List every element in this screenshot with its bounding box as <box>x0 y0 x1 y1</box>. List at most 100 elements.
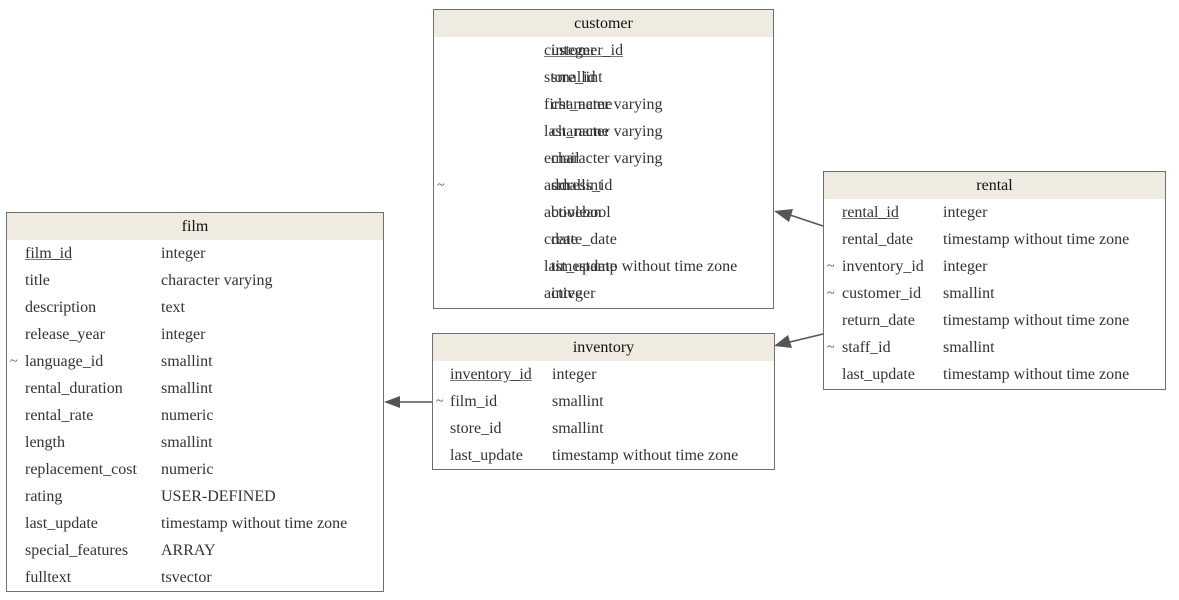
column-type: numeric <box>161 407 214 424</box>
column-name: inventory_id <box>842 258 924 275</box>
column-type: smallint <box>551 69 603 86</box>
foreign-key-icon: ~ <box>437 178 445 193</box>
column-name: last_update <box>842 366 915 383</box>
column-row[interactable]: active integer <box>434 280 773 307</box>
column-row[interactable]: ~ inventory_id integer <box>824 253 1165 280</box>
column-type: numeric <box>161 461 214 478</box>
column-row[interactable]: rental_rate numeric <box>7 402 383 429</box>
table-rental[interactable]: rental rental_id integer rental_date timest… <box>823 171 1166 390</box>
column-type: text <box>161 299 185 316</box>
column-name: rental_duration <box>25 380 123 397</box>
column-row[interactable]: film_id integer <box>7 240 383 267</box>
edge-rental-customer <box>789 214 824 227</box>
column-type: timestamp without time zone <box>551 258 738 275</box>
column-row[interactable]: store_id smallint <box>433 415 774 442</box>
column-type: smallint <box>943 339 995 356</box>
column-name: customer_id <box>842 285 922 302</box>
column-row[interactable]: last_name character varying <box>434 118 773 145</box>
column-name: language_id <box>25 353 104 370</box>
column-list-film: film_id integertitle character varying desc… <box>7 240 383 591</box>
column-name: return_date <box>842 312 915 329</box>
column-row[interactable]: length smallint <box>7 429 383 456</box>
column-type: smallint <box>552 420 604 437</box>
foreign-key-icon: ~ <box>436 394 444 409</box>
column-name: last_update <box>25 515 98 532</box>
column-name: fulltext <box>25 569 72 586</box>
column-name: staff_id <box>842 339 891 356</box>
column-name: rental_date <box>842 231 914 248</box>
column-name: rental_rate <box>25 407 94 424</box>
column-name: store_id <box>450 420 502 437</box>
column-row[interactable]: ~ language_id smallint <box>7 348 383 375</box>
table-film[interactable]: film film_id integer title character varyin… <box>6 212 384 592</box>
table-header-inventory: inventory <box>433 334 774 361</box>
column-type: integer <box>551 42 596 59</box>
column-type: timestamp without time zone <box>943 231 1130 248</box>
column-name: special_features <box>25 542 129 559</box>
column-name: title <box>25 272 50 289</box>
column-name: replacement_cost <box>25 461 137 478</box>
column-type: date <box>551 231 578 248</box>
column-type: character varying <box>551 96 663 113</box>
column-row[interactable]: last_update timestamp without time zone <box>433 442 774 469</box>
column-row[interactable]: create_date date <box>434 226 773 253</box>
column-row[interactable]: title character varying <box>7 267 383 294</box>
column-row[interactable]: rental_date timestamp without time zone <box>824 226 1165 253</box>
column-row[interactable]: fulltext tsvector <box>7 564 383 591</box>
primary-key-column-name: inventory_id <box>450 366 532 383</box>
column-type: smallint <box>551 177 603 194</box>
column-list-customer: customer_id integer store_id smallint first_… <box>434 37 773 307</box>
column-type: timestamp without time zone <box>943 312 1130 329</box>
column-row[interactable]: last_update timestamp without time zone <box>824 361 1165 388</box>
column-type: integer <box>943 204 988 221</box>
column-name: release_year <box>25 326 105 343</box>
column-type: integer <box>943 258 988 275</box>
column-row[interactable]: customer_id integer <box>434 37 773 64</box>
column-type: smallint <box>161 353 213 370</box>
column-type: integer <box>551 285 596 302</box>
column-row[interactable]: description text <box>7 294 383 321</box>
primary-key-column-name: rental_id <box>842 204 899 221</box>
column-row[interactable]: return_date timestamp without time zone <box>824 307 1165 334</box>
column-type: integer <box>161 245 206 262</box>
column-type: integer <box>552 366 597 383</box>
column-row[interactable]: activebool boolean <box>434 199 773 226</box>
column-row[interactable]: ~ film_id smallint <box>433 388 774 415</box>
column-type: character varying <box>551 150 663 167</box>
column-name: film_id <box>450 393 498 410</box>
column-type: timestamp without time zone <box>161 515 348 532</box>
column-row[interactable]: ~ staff_id smallint <box>824 334 1165 361</box>
column-row[interactable]: release_year integer <box>7 321 383 348</box>
foreign-key-icon: ~ <box>827 259 835 274</box>
column-row[interactable]: replacement_cost numeric <box>7 456 383 483</box>
column-type: smallint <box>943 285 995 302</box>
column-row[interactable]: first_name character varying <box>434 91 773 118</box>
arrowhead-inventory <box>774 335 792 348</box>
column-row[interactable]: last_update timestamp without time zone <box>7 510 383 537</box>
column-row[interactable]: rental_id integer <box>824 199 1165 226</box>
table-header-customer: customer <box>434 10 773 37</box>
table-header-rental: rental <box>824 172 1165 199</box>
column-type: smallint <box>161 380 213 397</box>
column-type: ARRAY <box>161 542 216 559</box>
column-row[interactable]: ~ address_id smallint <box>434 172 773 199</box>
column-name: last_update <box>450 447 523 464</box>
column-type: USER-DEFINED <box>161 488 276 505</box>
column-row[interactable]: email character varying <box>434 145 773 172</box>
table-inventory[interactable]: inventory inventory_id integer ~ film_id sma… <box>432 333 775 470</box>
table-customer[interactable]: customer customer_id integer store_id small… <box>433 9 774 309</box>
foreign-key-icon: ~ <box>827 340 835 355</box>
column-type: timestamp without time zone <box>552 447 739 464</box>
column-row[interactable]: last_update timestamp without time zone <box>434 253 773 280</box>
column-row[interactable]: inventory_id integer <box>433 361 774 388</box>
column-row[interactable]: rental_duration smallint <box>7 375 383 402</box>
foreign-key-icon: ~ <box>10 354 18 369</box>
column-list-inventory: inventory_id integer ~ film_id smallint store… <box>433 361 774 469</box>
column-row[interactable]: ~ customer_id smallint <box>824 280 1165 307</box>
edge-rental-inventory <box>789 333 824 343</box>
column-type: character varying <box>161 272 273 289</box>
column-row[interactable]: special_features ARRAY <box>7 537 383 564</box>
column-row[interactable]: rating USER-DEFINED <box>7 483 383 510</box>
column-type: smallint <box>552 393 604 410</box>
column-row[interactable]: store_id smallint <box>434 64 773 91</box>
